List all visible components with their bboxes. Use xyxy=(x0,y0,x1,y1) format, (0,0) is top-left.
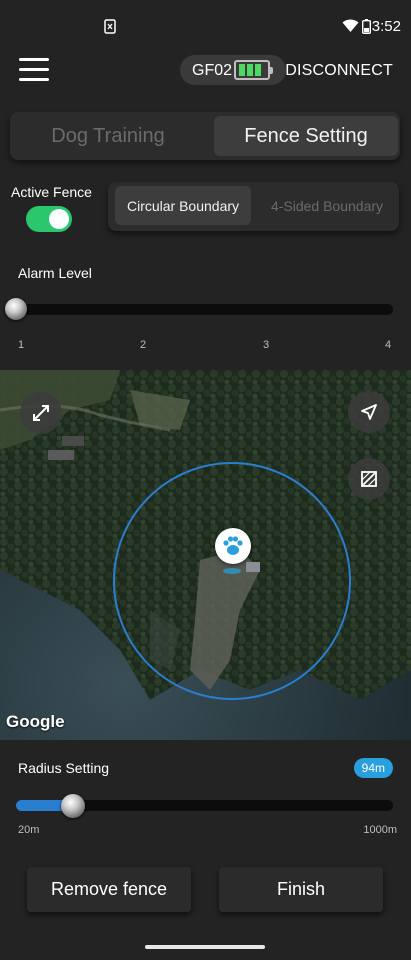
paw-icon xyxy=(223,536,243,555)
navigation-button[interactable] xyxy=(348,391,390,433)
device-name: GF02 xyxy=(192,62,233,79)
tab-fence-setting[interactable]: Fence Setting xyxy=(214,116,398,156)
dog-location-marker[interactable] xyxy=(215,528,251,564)
radius-value-badge: 94m xyxy=(353,758,393,778)
radius-max-label: 1000m xyxy=(363,824,397,836)
remove-fence-button[interactable]: Remove fence xyxy=(27,867,191,912)
satellite-map[interactable]: Google xyxy=(0,370,411,740)
radius-min-label: 20m xyxy=(18,824,40,836)
battery-icon xyxy=(362,19,371,34)
active-fence-label: Active Fence xyxy=(11,184,92,200)
finish-button[interactable]: Finish xyxy=(219,867,383,912)
alarm-tick-2: 2 xyxy=(140,339,147,351)
tab-dog-training[interactable]: Dog Training xyxy=(16,116,200,156)
alarm-level-track[interactable] xyxy=(16,304,393,315)
alarm-level-thumb[interactable] xyxy=(5,298,27,320)
device-battery-icon xyxy=(234,60,273,80)
hamburger-icon xyxy=(19,58,49,61)
radius-setting-label: Radius Setting xyxy=(18,760,110,776)
active-fence-toggle[interactable] xyxy=(26,206,72,232)
hamburger-menu-button[interactable] xyxy=(19,58,49,82)
alarm-tick-4: 4 xyxy=(385,339,392,351)
alarm-level-label: Alarm Level xyxy=(18,265,92,281)
status-time: 3:52 xyxy=(371,18,401,35)
mode-tabs: Dog Training Fence Setting xyxy=(10,112,400,160)
radius-thumb[interactable] xyxy=(60,794,85,818)
fence-boundary-circle xyxy=(113,462,351,700)
alarm-tick-3: 3 xyxy=(263,339,270,351)
boundary-type-selector: Circular Boundary 4-Sided Boundary xyxy=(108,182,399,231)
clear-fence-button[interactable] xyxy=(348,458,390,500)
device-status-pill: GF02 xyxy=(180,55,286,85)
clear-fence-icon xyxy=(361,471,377,487)
home-indicator xyxy=(145,945,265,949)
status-bar: 3:52 xyxy=(0,0,411,52)
expand-icon xyxy=(33,405,49,421)
expand-map-button[interactable] xyxy=(20,392,62,434)
toggle-knob xyxy=(49,209,69,229)
wifi-icon xyxy=(342,19,359,32)
google-attribution: Google xyxy=(6,712,65,731)
alarm-tick-1: 1 xyxy=(18,339,25,351)
navigation-icon xyxy=(361,404,377,420)
notification-icon xyxy=(104,19,116,34)
circular-boundary-option[interactable]: Circular Boundary xyxy=(115,186,251,225)
marker-shadow xyxy=(223,568,241,574)
four-sided-boundary-option[interactable]: 4-Sided Boundary xyxy=(260,186,394,225)
disconnect-button[interactable]: DISCONNECT xyxy=(285,62,393,80)
